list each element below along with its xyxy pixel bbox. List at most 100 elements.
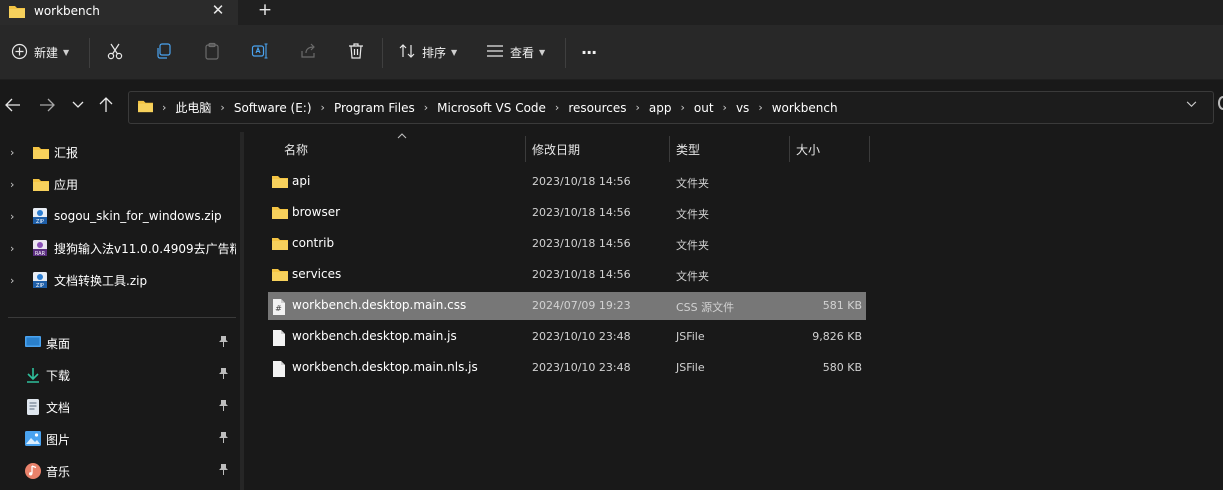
pin-icon[interactable] [219,336,228,350]
chevron-down-icon: ▼ [539,48,546,57]
breadcrumb-program-files[interactable]: Program Files [334,101,415,115]
file-row-selected[interactable]: # workbench.desktop.main.css 2024/07/09 … [268,292,866,320]
breadcrumb-this-pc[interactable]: 此电脑 [175,99,211,116]
file-date: 2023/10/10 23:48 [532,361,631,374]
chevron-down-icon: ▼ [451,48,458,57]
chevron-right-icon[interactable]: › [10,210,14,223]
pictures-icon [24,430,42,450]
file-name: workbench.desktop.main.nls.js [292,360,478,374]
new-button[interactable]: 新建 ▼ [11,25,69,80]
chevron-right-icon: › [758,101,763,114]
svg-text:RAR: RAR [35,251,46,257]
view-list-icon [486,44,504,61]
copy-button[interactable] [155,25,173,80]
tab-workbench[interactable]: workbench ✕ [0,0,238,25]
pin-icon[interactable] [219,400,228,414]
column-header-date[interactable]: 修改日期 [532,136,580,162]
file-row[interactable]: api 2023/10/18 14:56 文件夹 [268,168,866,196]
breadcrumb-out[interactable]: out [694,101,714,115]
chevron-right-icon[interactable]: › [10,146,14,159]
file-date: 2023/10/18 14:56 [532,268,631,281]
file-row[interactable]: contrib 2023/10/18 14:56 文件夹 [268,230,866,258]
folder-icon [271,236,289,254]
quick-access-pictures[interactable]: 图片 [0,424,242,454]
copy-icon [155,42,173,63]
sort-button[interactable]: 排序 ▼ [398,25,457,80]
file-row[interactable]: workbench.desktop.main.nls.js 2023/10/10… [268,354,866,382]
pin-icon[interactable] [219,368,228,382]
quick-access-label: 文档 [46,400,71,415]
file-date: 2023/10/18 14:56 [532,206,631,219]
forward-arrow-icon[interactable] [36,94,58,116]
column-divider[interactable] [669,136,670,162]
file-name: workbench.desktop.main.css [292,298,467,312]
trash-icon [347,42,365,63]
command-bar: 新建 ▼ 排序 ▼ 查看 ▼ ··· [0,25,1223,80]
new-tab-button[interactable]: + [255,0,275,20]
sidebar-item-doc-converter[interactable]: › ZIP 文档转换工具.zip [0,265,242,295]
file-row[interactable]: browser 2023/10/18 14:56 文件夹 [268,199,866,227]
quick-access-desktop[interactable]: 桌面 [0,328,242,358]
chevron-right-icon[interactable]: › [10,242,14,255]
sidebar-item-sogou-skin[interactable]: › ZIP sogou_skin_for_windows.zip [0,201,242,231]
quick-access-documents[interactable]: 文档 [0,392,242,422]
breadcrumb-workbench[interactable]: workbench [772,101,838,115]
breadcrumb-vs[interactable]: vs [736,101,749,115]
file-size: 9,826 KB [812,330,862,343]
sidebar-item-label: 汇报 [54,145,79,160]
delete-button[interactable] [347,25,365,80]
quick-access-downloads[interactable]: 下载 [0,360,242,390]
view-button[interactable]: 查看 ▼ [486,25,545,80]
plus-circle-icon [11,43,28,63]
folder-icon [32,145,50,163]
chevron-right-icon: › [635,101,640,114]
toolbar-divider [89,38,90,68]
quick-access-label: 桌面 [46,336,71,351]
chevron-right-icon: › [722,101,727,114]
sidebar-item-huibao[interactable]: › 汇报 [0,137,242,167]
column-header-size[interactable]: 大小 [796,136,820,162]
cut-button[interactable] [106,25,124,80]
file-row[interactable]: services 2023/10/18 14:56 文件夹 [268,261,866,289]
share-button[interactable] [299,25,317,80]
svg-text:#: # [275,304,282,313]
column-divider[interactable] [525,136,526,162]
file-size: 580 KB [822,361,862,374]
chevron-right-icon[interactable]: › [10,178,14,191]
back-arrow-icon[interactable] [2,94,24,116]
quick-access-music[interactable]: 音乐 [0,456,242,486]
recent-locations-icon[interactable] [67,94,89,116]
pin-icon[interactable] [219,432,228,446]
zip-icon: ZIP [31,207,49,228]
sidebar-item-label: 搜狗输入法v11.0.0.4909去广告精 [54,241,236,256]
chevron-right-icon: › [423,101,429,114]
sidebar-item-yingyong[interactable]: › 应用 [0,169,242,199]
share-icon [299,42,317,63]
address-dropdown-icon[interactable] [1186,100,1197,111]
column-divider[interactable] [789,136,790,162]
rar-icon: RAR [31,239,49,260]
up-arrow-icon[interactable] [95,94,117,116]
file-name: workbench.desktop.main.js [292,329,457,343]
css-file-icon: # [271,298,287,319]
more-options-button[interactable]: ··· [581,25,597,80]
breadcrumb-vscode[interactable]: Microsoft VS Code [437,101,546,115]
address-bar[interactable]: › 此电脑 › Software (E:) › Program Files › … [128,91,1214,124]
breadcrumb-app[interactable]: app [649,101,672,115]
breadcrumb-resources[interactable]: resources [568,101,626,115]
refresh-icon[interactable] [1218,96,1223,110]
sidebar-item-sogou-installer[interactable]: › RAR 搜狗输入法v11.0.0.4909去广告精 [0,233,242,263]
column-header-name[interactable]: 名称 [284,136,308,162]
column-header-type[interactable]: 类型 [676,136,700,162]
rename-button[interactable] [251,25,269,80]
file-type: JSFile [676,330,705,343]
paste-button[interactable] [203,25,221,80]
column-divider[interactable] [869,136,870,162]
chevron-right-icon[interactable]: › [10,274,14,287]
sidebar-scrollbar[interactable] [240,132,244,490]
pin-icon[interactable] [219,464,228,478]
toolbar-divider [565,38,566,68]
close-tab-button[interactable]: ✕ [210,1,226,19]
breadcrumb-software-drive[interactable]: Software (E:) [234,101,312,115]
file-row[interactable]: workbench.desktop.main.js 2023/10/10 23:… [268,323,866,351]
